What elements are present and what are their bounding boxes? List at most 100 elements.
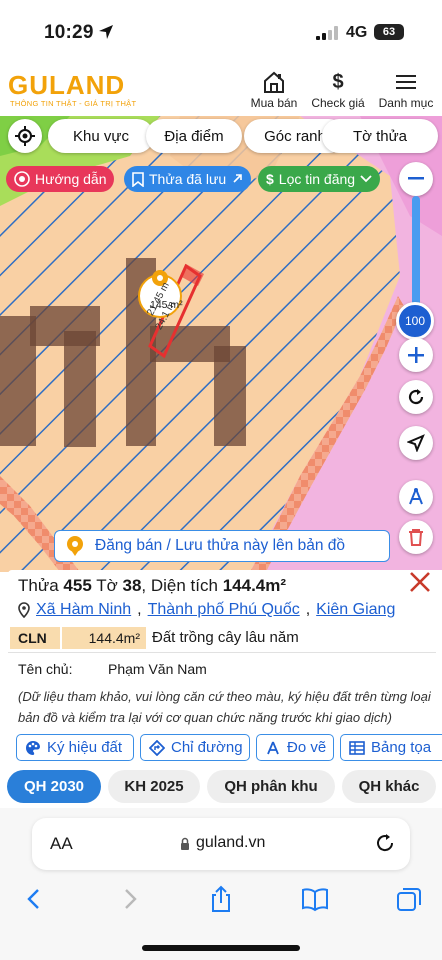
dollar-icon: $ bbox=[332, 70, 344, 93]
land-code: CLN bbox=[10, 627, 60, 649]
disclaimer-text: (Dữ liệu tham khảo, vui lòng căn cứ theo… bbox=[18, 689, 431, 725]
trash-icon bbox=[409, 529, 423, 546]
filter-listings-button[interactable]: $ Lọc tin đăng bbox=[258, 166, 381, 192]
place-filter-button[interactable]: Địa điểm bbox=[146, 119, 242, 153]
province-link[interactable]: Kiên Giang bbox=[316, 601, 395, 619]
land-legend-label: Ký hiệu đất bbox=[47, 739, 123, 756]
back-icon[interactable] bbox=[20, 884, 50, 914]
directions-button[interactable]: Chỉ đường bbox=[140, 734, 250, 761]
lock-icon bbox=[181, 837, 189, 850]
navigation-arrow-icon bbox=[407, 434, 425, 452]
bookmarks-icon[interactable] bbox=[300, 884, 330, 914]
check-price-button[interactable]: $ Check giá bbox=[309, 70, 367, 111]
map-pin-icon bbox=[18, 602, 30, 618]
store-icon bbox=[264, 71, 284, 93]
reader-aa-button[interactable]: AA bbox=[50, 834, 73, 854]
land-legend-button[interactable]: Ký hiệu đất bbox=[16, 734, 134, 761]
signal-icon bbox=[316, 26, 338, 40]
logo-tagline: THÔNG TIN THẬT - GIÁ TRỊ THẬT bbox=[10, 99, 137, 108]
parcel-filter-button[interactable]: Tờ thửa bbox=[322, 119, 438, 153]
status-bar: 10:29 4G 63 bbox=[0, 0, 442, 62]
external-link-icon bbox=[233, 174, 242, 183]
tabs-icon[interactable] bbox=[394, 884, 424, 914]
tab-qh-phan-khu[interactable]: QH phân khu bbox=[207, 770, 335, 803]
plus-icon bbox=[408, 347, 424, 363]
coordinate-table-label: Bảng tọa bbox=[371, 739, 432, 756]
guland-logo[interactable]: GULAND bbox=[8, 70, 125, 101]
status-time: 10:29 bbox=[44, 22, 94, 43]
divider bbox=[8, 652, 436, 653]
parcel-area: 144.4m² bbox=[222, 576, 287, 595]
city-link[interactable]: Thành phố Phú Quốc bbox=[148, 601, 300, 619]
owner-name: Phạm Văn Nam bbox=[108, 661, 207, 677]
menu-label: Danh mục bbox=[378, 96, 434, 110]
parcel-address: Xã Hàm Ninh, Thành phố Phú Quốc, Kiên Gi… bbox=[18, 601, 395, 619]
delete-button[interactable] bbox=[399, 520, 433, 554]
measure-draw-button[interactable]: Đo vẽ bbox=[256, 734, 334, 761]
tab-qh-khac[interactable]: QH khác bbox=[342, 770, 436, 803]
refresh-button[interactable] bbox=[399, 380, 433, 414]
zoom-slider-track[interactable] bbox=[412, 196, 420, 316]
sheet-label: Tờ bbox=[96, 576, 118, 595]
check-price-label: Check giá bbox=[311, 96, 365, 110]
navigate-button[interactable] bbox=[399, 426, 433, 460]
bookmark-icon bbox=[132, 171, 144, 187]
url-display[interactable]: guland.vn bbox=[180, 834, 265, 852]
guide-button[interactable]: Hướng dẫn bbox=[6, 166, 115, 192]
tab-kh-2025[interactable]: KH 2025 bbox=[108, 770, 200, 803]
dollar-small-icon: $ bbox=[266, 171, 274, 187]
battery-icon: 63 bbox=[374, 24, 404, 40]
saved-parcels-button[interactable]: Thửa đã lưu bbox=[124, 166, 252, 192]
parcel-number: 455 bbox=[63, 576, 92, 595]
address-bar[interactable]: AA guland.vn bbox=[32, 818, 410, 870]
browser-chrome: AA guland.vn bbox=[0, 808, 442, 960]
directions-icon bbox=[149, 739, 165, 756]
compass-draw-icon bbox=[409, 488, 423, 505]
forward-icon[interactable] bbox=[114, 884, 144, 914]
directions-label: Chỉ đường bbox=[171, 739, 243, 756]
commune-link[interactable]: Xã Hàm Ninh bbox=[36, 601, 131, 619]
owner-label: Tên chủ: bbox=[18, 661, 73, 677]
zoom-out-button[interactable] bbox=[399, 162, 433, 196]
buy-sell-button[interactable]: Mua bán bbox=[248, 70, 300, 110]
land-type: Đất trồng cây lâu năm bbox=[152, 629, 299, 646]
palette-icon bbox=[26, 740, 40, 755]
pin-badge-icon bbox=[67, 536, 83, 556]
locate-me-button[interactable] bbox=[8, 119, 42, 153]
post-parcel-banner[interactable]: Đăng bán / Lưu thửa này lên bản đồ bbox=[54, 530, 390, 562]
map-view[interactable]: 21.45 m 24.1 m 145 m² Khu vực Địa điểm G… bbox=[0, 116, 442, 572]
buy-sell-label: Mua bán bbox=[250, 96, 298, 110]
parcel-info-panel: Thửa 455 Tờ 38, Diện tích 144.4m² Xã Hàm… bbox=[8, 570, 442, 768]
area-label: , Diện tích bbox=[141, 576, 218, 595]
app-header: GULAND THÔNG TIN THẬT - GIÁ TRỊ THẬT Mua… bbox=[0, 62, 442, 116]
url-text: guland.vn bbox=[196, 834, 266, 851]
parcel-title: Thửa 455 Tờ 38, Diện tích 144.4m² bbox=[18, 576, 286, 596]
menu-button[interactable]: Danh mục bbox=[376, 70, 436, 110]
guide-label: Hướng dẫn bbox=[35, 171, 107, 187]
hamburger-icon bbox=[396, 75, 416, 89]
tab-qh-2030[interactable]: QH 2030 bbox=[7, 770, 101, 803]
coordinate-table-button[interactable]: Bảng tọa bbox=[340, 734, 442, 761]
home-indicator bbox=[142, 945, 300, 951]
chevron-down-icon bbox=[360, 175, 372, 183]
filter-listings-label: Lọc tin đăng bbox=[278, 171, 356, 187]
zoom-in-button[interactable] bbox=[399, 338, 433, 372]
saved-parcels-label: Thửa đã lưu bbox=[149, 171, 227, 187]
minus-icon bbox=[408, 177, 424, 180]
refresh-icon bbox=[408, 389, 424, 405]
region-filter-button[interactable]: Khu vực bbox=[48, 119, 154, 153]
measure-draw-label: Đo vẽ bbox=[287, 739, 327, 756]
location-arrow-icon bbox=[99, 25, 113, 39]
table-icon bbox=[349, 740, 365, 755]
zoom-slider-knob[interactable]: 100 bbox=[396, 302, 434, 340]
post-parcel-label: Đăng bán / Lưu thửa này lên bản đồ bbox=[95, 537, 345, 554]
compass-icon bbox=[267, 741, 279, 754]
sheet-number: 38 bbox=[122, 576, 142, 595]
parcel-area-label: 145 m² bbox=[150, 299, 183, 311]
reload-icon[interactable] bbox=[374, 832, 396, 854]
parcel-label: Thửa bbox=[18, 576, 59, 595]
crosshair-icon bbox=[15, 126, 35, 146]
draw-tool-button[interactable] bbox=[399, 480, 433, 514]
share-icon[interactable] bbox=[206, 884, 236, 914]
close-icon[interactable] bbox=[408, 570, 432, 594]
